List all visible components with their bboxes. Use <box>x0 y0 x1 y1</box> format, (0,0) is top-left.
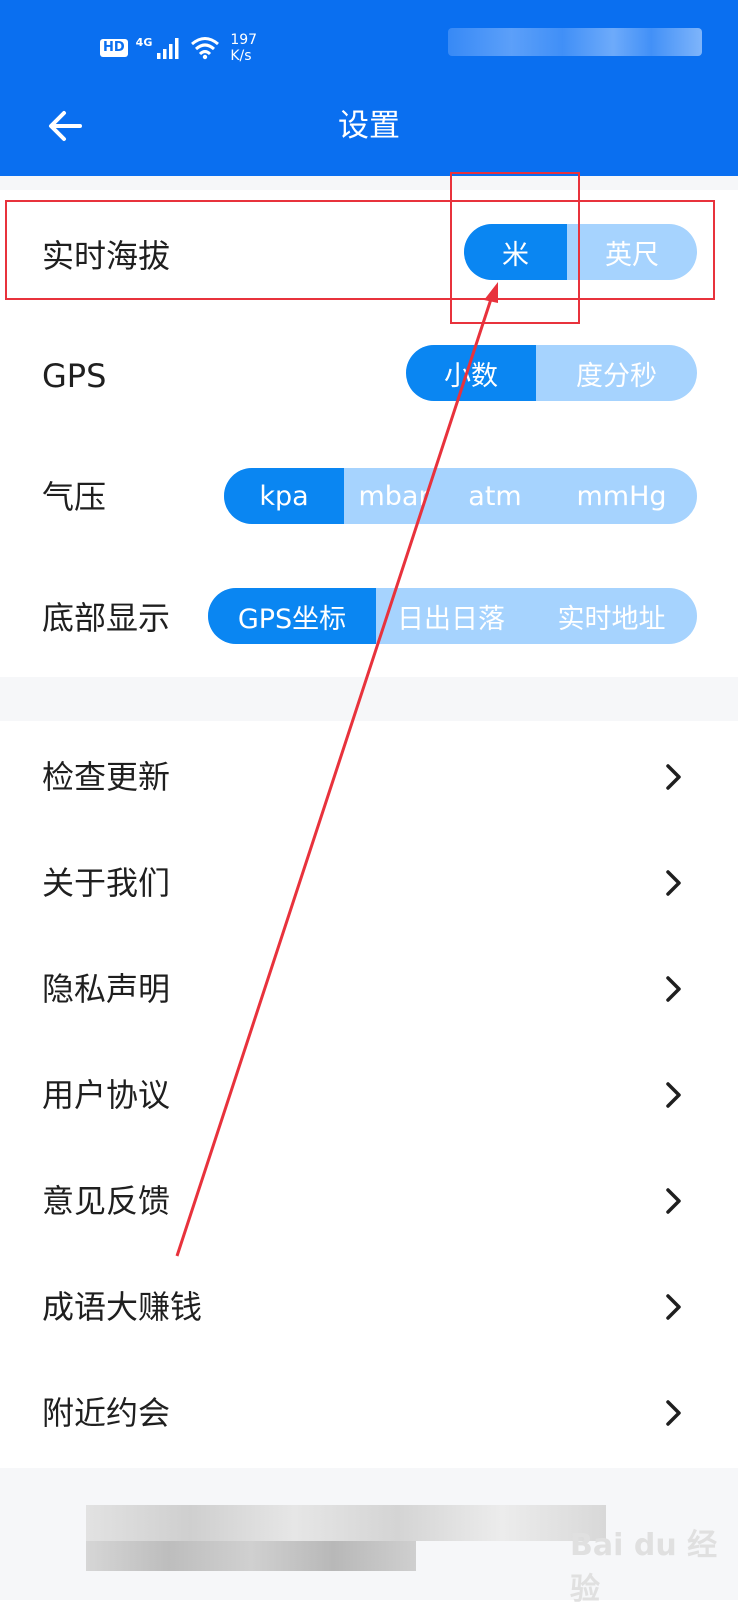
annotation-arrow-icon <box>175 282 498 1257</box>
